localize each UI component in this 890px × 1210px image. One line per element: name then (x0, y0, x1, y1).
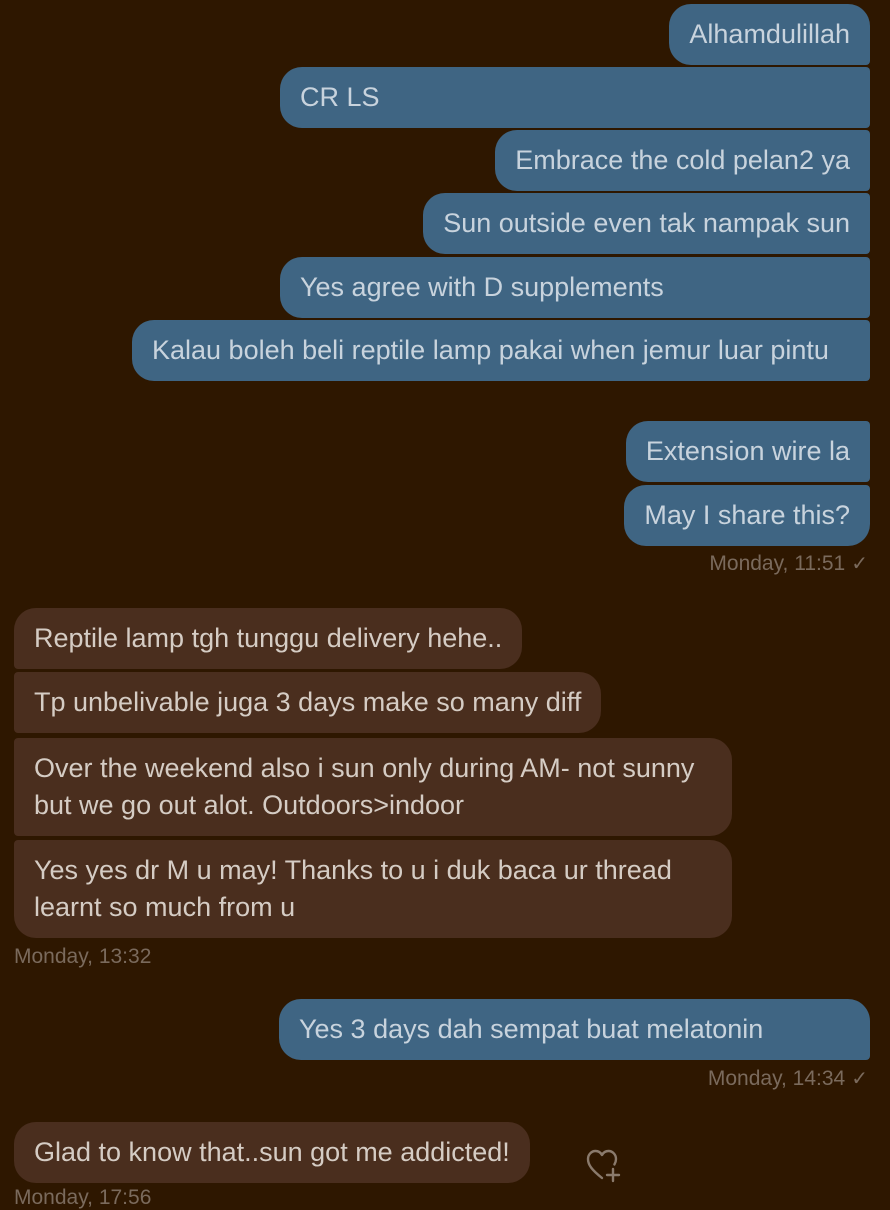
read-check-icon: ✓ (851, 553, 868, 575)
message-bubble[interactable]: Embrace the cold pelan2 ya (495, 130, 870, 191)
message-bubble[interactable]: Yes yes dr M u may! Thanks to u i duk ba… (14, 840, 732, 938)
message-bubble[interactable]: Tp unbelivable juga 3 days make so many … (14, 672, 602, 733)
message-bubble[interactable]: Kalau boleh beli reptile lamp pakai when… (132, 320, 870, 381)
message-bubble[interactable]: Alhamdulillah (669, 4, 870, 65)
message-timestamp: Monday, 14:34 ✓ (707, 1067, 868, 1090)
message-bubble[interactable]: May I share this? (624, 485, 870, 546)
message-bubble[interactable]: Over the weekend also i sun only during … (14, 738, 732, 836)
heart-plus-icon[interactable] (584, 1146, 624, 1186)
message-bubble[interactable]: Glad to know that..sun got me addicted! (14, 1122, 530, 1183)
message-timestamp: Monday, 17:56 (14, 1186, 152, 1209)
message-bubble[interactable]: Extension wire la (625, 421, 870, 482)
message-bubble[interactable]: Yes agree with D supplements (280, 257, 870, 318)
message-bubble[interactable]: Sun outside even tak nampak sun (423, 193, 870, 254)
message-bubble[interactable]: Yes 3 days dah sempat buat melatonin (279, 999, 870, 1060)
read-check-icon: ✓ (851, 1068, 868, 1090)
message-bubble[interactable]: CR LS (280, 67, 870, 128)
message-timestamp: Monday, 11:51 ✓ (709, 552, 868, 575)
message-bubble[interactable]: Reptile lamp tgh tunggu delivery hehe.. (14, 608, 523, 669)
message-timestamp: Monday, 13:32 (14, 945, 152, 968)
